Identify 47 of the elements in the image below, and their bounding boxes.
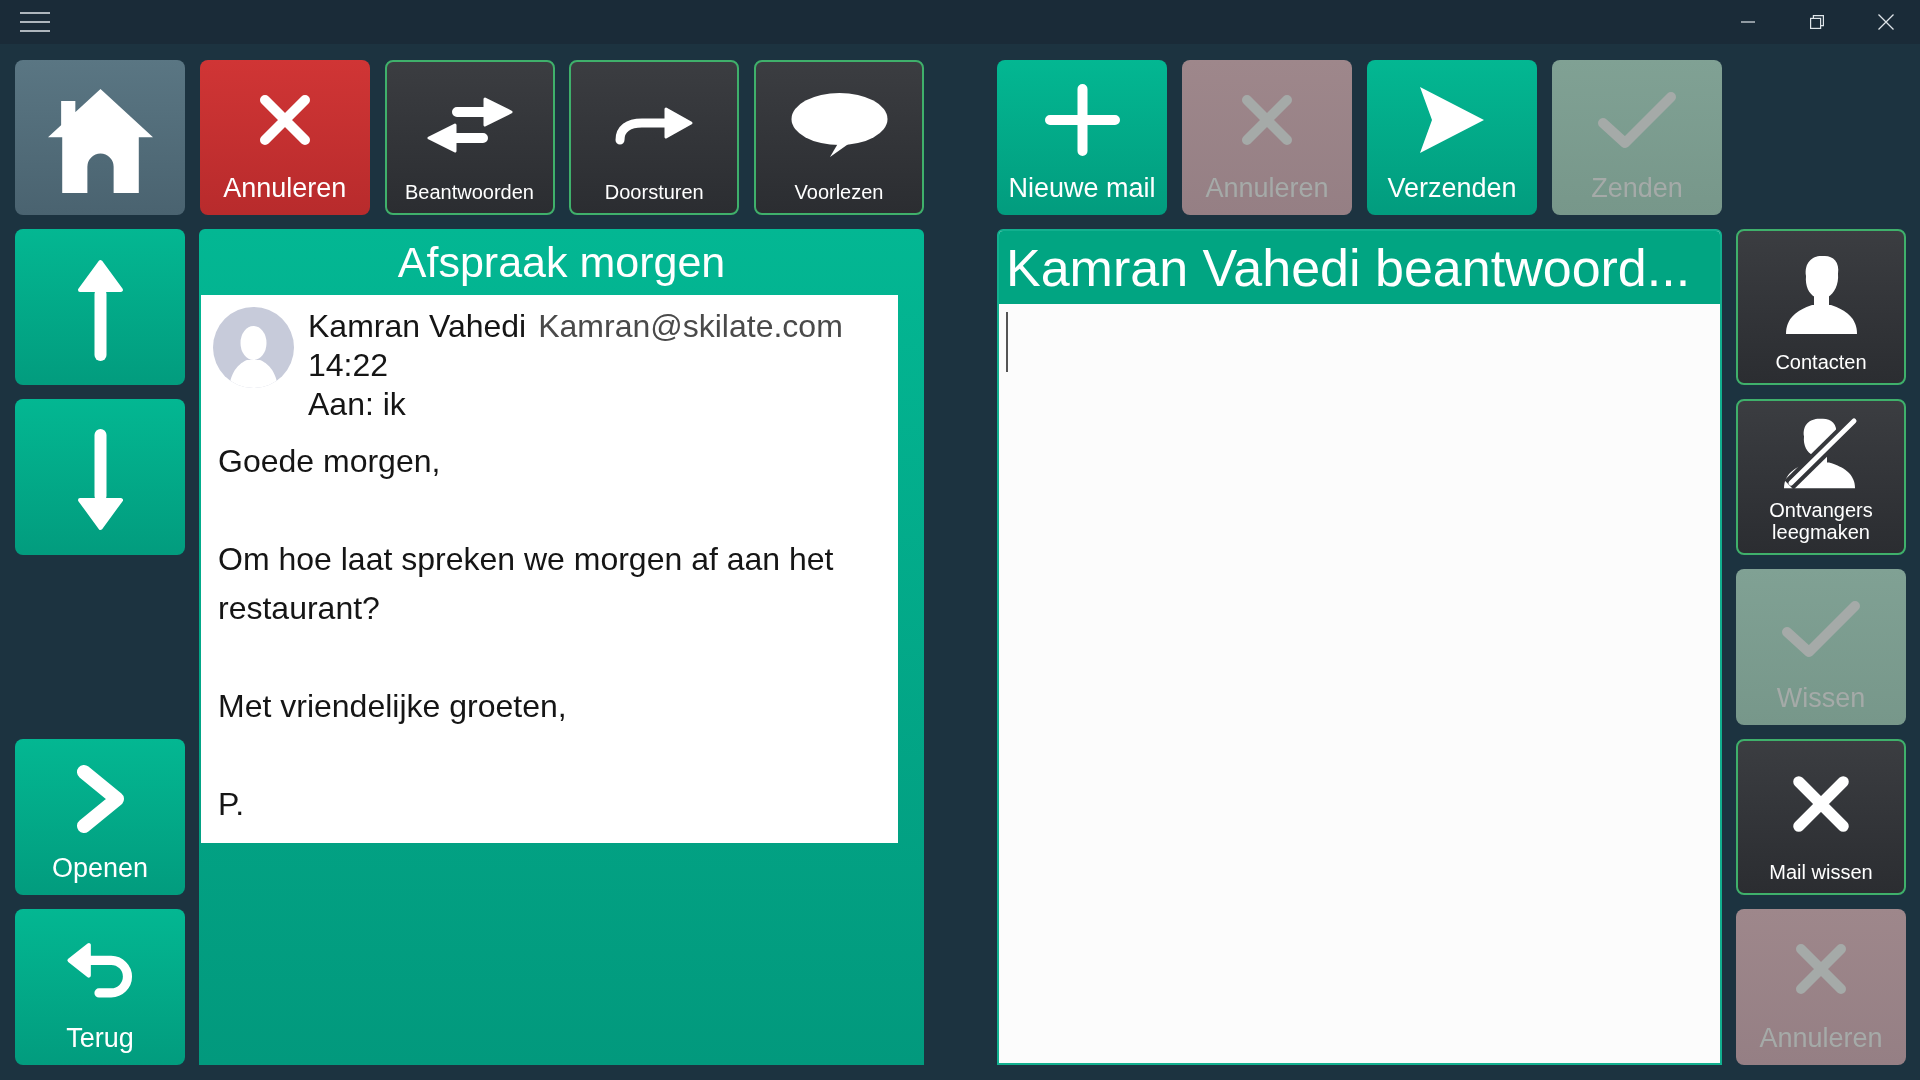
check-icon xyxy=(1597,90,1677,149)
cancel-button[interactable]: Annuleren xyxy=(199,60,370,215)
send-button[interactable]: Verzenden xyxy=(1367,60,1537,215)
home-button[interactable] xyxy=(15,60,185,215)
swap-arrows-icon xyxy=(426,95,513,154)
restore-icon xyxy=(1809,15,1824,29)
sender-email: Kamran@skilate.com xyxy=(538,307,843,346)
back-button[interactable]: Terug xyxy=(15,909,185,1065)
message-paragraph: Goede morgen, xyxy=(218,442,442,481)
new-mail-button[interactable]: Nieuwe mail xyxy=(997,60,1167,215)
reply-button[interactable]: Beantwoorden xyxy=(384,60,555,215)
message-paragraph: Om hoe laat spreken we morgen af aan het restaurant? xyxy=(218,540,835,628)
message-subject: Afspraak morgen xyxy=(397,237,726,287)
scroll-up-button[interactable] xyxy=(15,229,185,385)
plus-icon xyxy=(1044,83,1120,156)
forward-button[interactable]: Doorsturen xyxy=(569,60,740,215)
read-aloud-button[interactable]: Voorlezen xyxy=(754,60,924,215)
arrow-up-icon xyxy=(76,258,124,362)
menu-button[interactable] xyxy=(20,12,50,32)
paper-plane-icon xyxy=(1418,84,1486,155)
avatar-icon xyxy=(213,307,294,388)
chevron-right-icon xyxy=(74,763,126,835)
contacts-button[interactable]: Contacten xyxy=(1736,229,1906,385)
recipient-line: Aan: ik xyxy=(308,385,406,424)
cross-icon xyxy=(1240,92,1294,147)
scroll-down-button[interactable] xyxy=(15,399,185,555)
sent-time: 14:22 xyxy=(308,346,389,385)
cross-icon xyxy=(257,92,312,147)
message-paragraph: P. xyxy=(218,785,246,824)
cross-icon xyxy=(1794,942,1848,996)
delete-mail-button[interactable]: Mail wissen xyxy=(1736,739,1906,895)
check-icon xyxy=(1781,600,1861,658)
clear-recipients-button[interactable]: Ontvangers leegmaken xyxy=(1736,399,1906,555)
minimize-icon xyxy=(1740,21,1755,23)
person-icon xyxy=(1784,254,1858,334)
speech-bubble-icon xyxy=(789,91,889,158)
close-icon xyxy=(1877,14,1894,30)
reply-title: Kamran Vahedi beantwoord... xyxy=(1006,237,1691,298)
person-slash-icon xyxy=(1783,417,1859,489)
sender-name: Kamran Vahedi xyxy=(308,307,527,346)
text-cursor-icon xyxy=(1006,312,1008,372)
menu-icon xyxy=(20,12,50,32)
arrow-down-icon xyxy=(76,428,124,532)
house-icon xyxy=(47,88,153,193)
cross-icon xyxy=(1791,774,1851,834)
open-button[interactable]: Openen xyxy=(15,739,185,895)
message-paragraph: Met vriendelijke groeten, xyxy=(218,687,568,726)
